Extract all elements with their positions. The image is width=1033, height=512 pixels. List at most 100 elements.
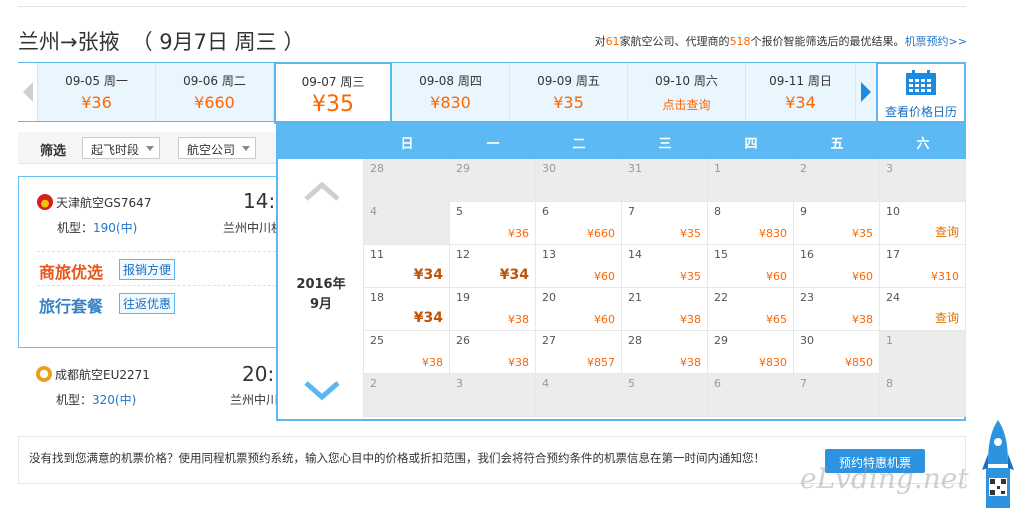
calendar-day-number: 6 — [714, 377, 721, 390]
divider — [37, 285, 281, 286]
calendar-icon — [906, 70, 936, 95]
date-label: 09-05 周一 — [65, 74, 128, 88]
calendar-day-price: ¥38 — [508, 356, 529, 369]
calendar-day-number: 23 — [800, 291, 814, 304]
date-label: 09-11 周日 — [769, 74, 832, 88]
site-watermark: eLvding.net — [800, 462, 969, 495]
calendar-day-cell[interactable]: 30 ¥850 — [794, 331, 880, 374]
calendar-day-cell[interactable]: 16 ¥60 — [794, 245, 880, 288]
calendar-day-number: 31 — [628, 162, 642, 175]
calendar-day-cell: 1 — [880, 331, 966, 374]
chevron-up-icon[interactable] — [304, 181, 340, 201]
date-tab-0907-selected[interactable]: 09-07 周三 ¥35 — [274, 62, 392, 124]
calendar-day-cell[interactable]: 25 ¥38 — [364, 331, 450, 374]
notice-text: 没有找到您满意的机票价格？使用同程机票预约系统，输入您心目中的价格或折扣范围，我… — [29, 451, 765, 465]
calendar-grid: 28 29 30 31 1 2 3 4 5 ¥36 6 ¥660 7 ¥35 8 ¥830 9 ¥35 10 查询 11… — [364, 159, 966, 419]
date-tab-0906[interactable]: 09-06 周二 ¥660 — [156, 63, 274, 121]
booking-link[interactable]: 机票预约>> — [905, 35, 967, 48]
route-date: （ 9月7日 周三 ） — [131, 30, 305, 54]
calendar-day-cell[interactable]: 26 ¥38 — [450, 331, 536, 374]
calendar-day-price: ¥36 — [508, 227, 529, 240]
top-divider — [18, 6, 966, 7]
date-price-query: 点击查询 — [662, 98, 711, 112]
divider — [37, 251, 281, 252]
prev-dates-button[interactable] — [18, 63, 38, 121]
calendar-day-cell: 7 — [794, 374, 880, 417]
route-title: 兰州→张掖 — [18, 30, 120, 54]
calendar-day-cell[interactable]: 17 ¥310 — [880, 245, 966, 288]
calendar-day-number: 6 — [542, 205, 549, 218]
calendar-day-number: 26 — [456, 334, 470, 347]
weekday-sun: 日 — [400, 137, 414, 152]
chevron-down-icon[interactable] — [304, 381, 340, 401]
calendar-day-cell[interactable]: 10 查询 — [880, 202, 966, 245]
calendar-day-cell[interactable]: 18 ¥34 — [364, 288, 450, 331]
round-trip-discount-tag[interactable]: 往返优惠 — [119, 293, 176, 314]
calendar-day-number: 25 — [370, 334, 384, 347]
calendar-day-cell[interactable]: 14 ¥35 — [622, 245, 708, 288]
weekday-thu: 四 — [744, 137, 758, 152]
arrow-right-icon — [861, 82, 871, 102]
airline-name: 天津航空GS7647 — [37, 194, 151, 211]
calendar-day-cell[interactable]: 19 ¥38 — [450, 288, 536, 331]
calendar-query-link[interactable]: 查询 — [935, 309, 959, 326]
reimbursement-tag[interactable]: 报销方便 — [119, 259, 176, 280]
view-price-calendar-button[interactable]: 查看价格日历 — [876, 62, 966, 124]
calendar-day-cell[interactable]: 28 ¥38 — [622, 331, 708, 374]
calendar-day-price: ¥38 — [422, 356, 443, 369]
model-label: 机型： — [57, 221, 94, 235]
model-value[interactable]: 190(中) — [93, 221, 137, 235]
quote-count: 518 — [729, 35, 751, 48]
calendar-day-number: 9 — [800, 205, 807, 218]
flight-card[interactable]: 天津航空GS7647 机型：190(中) 14: 兰州中川机 商旅优选 报销方便… — [18, 176, 283, 348]
calendar-day-cell[interactable]: 23 ¥38 — [794, 288, 880, 331]
calendar-day-number: 15 — [714, 248, 728, 261]
date-tab-0908[interactable]: 09-08 周四 ¥830 — [392, 63, 510, 121]
airline-select[interactable]: 航空公司 — [178, 137, 257, 159]
calendar-day-cell[interactable]: 5 ¥36 — [450, 202, 536, 245]
date-tab-0909[interactable]: 09-09 周五 ¥35 — [510, 63, 628, 121]
calendar-day-cell[interactable]: 13 ¥60 — [536, 245, 622, 288]
calendar-day-cell[interactable]: 22 ¥65 — [708, 288, 794, 331]
calendar-day-number: 5 — [456, 205, 463, 218]
calendar-day-cell[interactable]: 27 ¥857 — [536, 331, 622, 374]
calendar-day-price: ¥660 — [587, 227, 615, 240]
calendar-day-number: 10 — [886, 205, 900, 218]
calendar-day-cell[interactable]: 8 ¥830 — [708, 202, 794, 245]
date-tab-0905[interactable]: 09-05 周一 ¥36 — [38, 63, 156, 121]
calendar-day-cell[interactable]: 20 ¥60 — [536, 288, 622, 331]
calendar-day-price: ¥857 — [587, 356, 615, 369]
calendar-day-number: 7 — [800, 377, 807, 390]
calendar-day-number: 18 — [370, 291, 384, 304]
date-tab-0911[interactable]: 09-11 周日 ¥34 — [746, 63, 856, 121]
calendar-day-cell[interactable]: 12 ¥34 — [450, 245, 536, 288]
calendar-weekday-header: 日 一 二 三 四 五 六 — [278, 123, 964, 163]
calendar-query-link[interactable]: 查询 — [935, 223, 959, 240]
calendar-day-cell[interactable]: 9 ¥35 — [794, 202, 880, 245]
flight-number: 成都航空EU2271 — [55, 368, 150, 382]
calendar-button-label: 查看价格日历 — [884, 105, 957, 119]
calendar-day-cell: 3 — [450, 374, 536, 417]
calendar-day-cell[interactable]: 29 ¥830 — [708, 331, 794, 374]
calendar-day-number: 12 — [456, 248, 470, 261]
calendar-day-cell[interactable]: 11 ¥34 — [364, 245, 450, 288]
flight-card[interactable]: 成都航空EU2271 机型：320(中) 20: 兰州中川 — [18, 360, 280, 420]
date-label: 09-10 周六 — [655, 74, 718, 88]
calendar-day-cell[interactable]: 7 ¥35 — [622, 202, 708, 245]
calendar-day-cell[interactable]: 15 ¥60 — [708, 245, 794, 288]
calendar-day-price: ¥830 — [759, 227, 787, 240]
calendar-day-cell[interactable]: 24 查询 — [880, 288, 966, 331]
date-tab-0910[interactable]: 09-10 周六 点击查询 — [628, 63, 746, 121]
model-value[interactable]: 320(中) — [92, 393, 136, 407]
date-price: ¥830 — [430, 93, 471, 112]
calendar-day-number: 14 — [628, 248, 642, 261]
calendar-day-number: 3 — [456, 377, 463, 390]
rocket-back-to-top-icon[interactable] — [980, 418, 1016, 512]
next-dates-button[interactable] — [856, 63, 876, 121]
departure-time-select[interactable]: 起飞时段 — [82, 137, 161, 159]
calendar-day-price: ¥38 — [680, 313, 701, 326]
calendar-day-cell[interactable]: 21 ¥38 — [622, 288, 708, 331]
calendar-day-cell[interactable]: 6 ¥660 — [536, 202, 622, 245]
departure-time: 20: — [242, 362, 275, 386]
chengdu-airlines-logo-icon — [36, 366, 52, 382]
